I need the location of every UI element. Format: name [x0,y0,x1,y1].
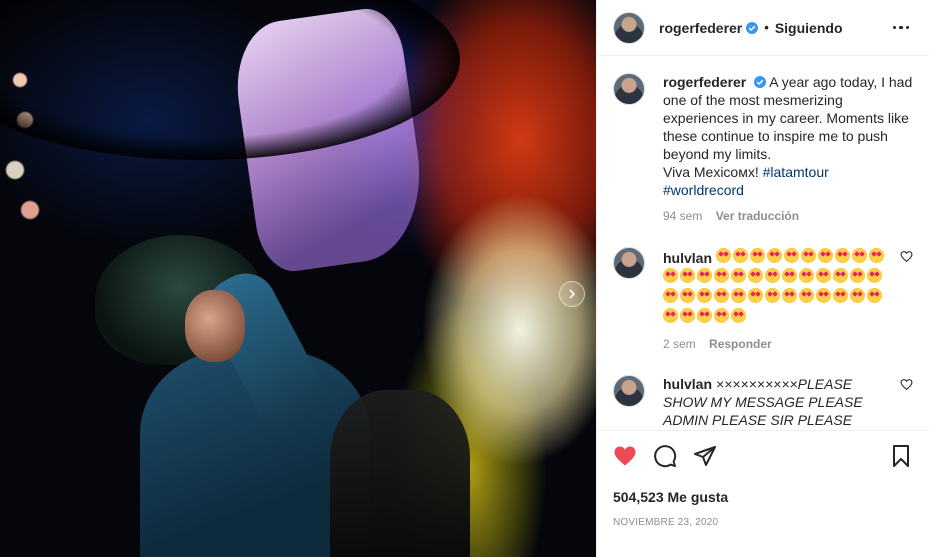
heart-eyes-emoji-icon [663,288,678,303]
hashtag-worldrecord[interactable]: #worldrecord [663,182,744,198]
heart-eyes-emoji-icon [850,268,865,283]
caption-meta: 94 sem Ver traducción [663,207,913,225]
hashtag-latamtour[interactable]: #latamtour [763,164,829,180]
carousel-next-button[interactable] [559,281,585,307]
heart-eyes-emoji-icon [680,268,695,283]
heart-eyes-emoji-icon [800,248,816,263]
heart-eyes-emoji-icon [663,268,678,283]
chevron-right-icon [569,289,576,299]
heart-eyes-emoji-icon [731,268,746,283]
heart-eyes-emoji-icon [833,288,848,303]
heart-eyes-emoji-icon [749,248,765,263]
commenter-avatar[interactable] [613,247,645,279]
heart-eyes-emoji-icon [714,268,729,283]
reply-button[interactable]: Responder [709,337,772,351]
heart-eyes-emoji-icon [833,268,848,283]
commenter-avatar[interactable] [613,375,645,407]
heart-eyes-emoji-icon [697,288,712,303]
heart-eyes-emoji-icon [680,288,695,303]
heart-eyes-emoji-icon [799,268,814,283]
heart-eyes-emoji-icon [816,288,831,303]
more-options-button[interactable] [889,25,913,30]
header-separator: • [764,20,769,35]
heart-eyes-emoji-icon [732,248,748,263]
heart-eyes-emoji-icon [782,268,797,283]
caption-line2: Viva Mexicoмx! [663,164,763,180]
heart-eyes-emoji-icon [765,288,780,303]
heart-eyes-emoji-icon [765,268,780,283]
author-avatar[interactable] [613,11,645,44]
more-dot-icon [899,25,903,30]
caption-age: 94 sem [663,209,703,223]
heart-eyes-emoji-icon [731,288,746,303]
like-comment-heart-icon[interactable] [900,250,913,263]
comment-meta: 2 sem Responder [663,335,894,353]
heart-eyes-emoji-icon [714,288,729,303]
comments-list[interactable]: rogerfederer A year ago today, I had one… [597,57,929,429]
comment-item: hulvlan 2 sem Responder [613,247,913,375]
post-header: rogerfederer • Siguiendo [597,0,929,56]
heart-eyes-emoji-icon [867,268,882,283]
heart-eyes-emoji-icon [816,268,831,283]
like-comment-heart-icon[interactable] [900,378,913,391]
heart-eyes-emoji-icon [783,248,799,263]
heart-eyes-emoji-icon [748,288,763,303]
post-actions: 504,523 Me gusta NOVIEMBRE 23, 2020 [597,430,929,557]
heart-eyes-emoji-icon [748,268,763,283]
heart-eyes-emoji-icon [714,308,729,323]
heart-eyes-emoji-icon [715,248,731,263]
heart-eyes-emoji-icon [851,248,867,263]
photo-crowd-right [330,390,470,557]
commenter-username[interactable]: hulvlan [663,250,712,266]
comment-bubble-icon[interactable] [653,444,677,468]
more-dot-icon [905,25,910,30]
caption-username[interactable]: rogerfederer [663,74,746,90]
share-paper-plane-icon[interactable] [693,444,717,468]
commenter-username[interactable]: hulvlan [663,376,712,392]
comment-item: hulvlan ××××××××××PLEASE SHOW MY MESSAGE… [613,375,913,429]
heart-eyes-emoji-icon [697,268,712,283]
post-photo[interactable] [0,0,596,557]
heart-eyes-emoji-icon [766,248,782,263]
comment-age: 2 sem [663,337,696,351]
like-heart-icon[interactable] [613,444,637,468]
heart-eyes-emoji-icon [731,308,746,323]
heart-eyes-emoji-icon [834,248,850,263]
heart-eyes-emoji-icon [782,288,797,303]
post-side-panel: rogerfederer • Siguiendo rogerfederer A … [596,0,929,557]
caption-avatar[interactable] [613,73,645,105]
heart-eyes-emoji-icon [867,288,882,303]
photo-player-face [185,290,245,362]
verified-badge-icon [754,76,767,88]
heart-eyes-emoji-icon [697,308,712,323]
heart-eyes-emoji-icon [680,308,695,323]
translate-link[interactable]: Ver traducción [716,209,799,223]
heart-eyes-emoji-icon [817,248,833,263]
instagram-post-view: rogerfederer • Siguiendo rogerfederer A … [0,0,929,557]
likes-count[interactable]: 504,523 Me gusta [613,489,913,505]
save-bookmark-icon[interactable] [889,444,913,468]
heart-eyes-emoji-icon [663,308,678,323]
more-dot-icon [892,25,897,30]
following-button[interactable]: Siguiendo [775,20,843,36]
heart-eyes-emoji-icon [868,248,884,263]
caption-entry: rogerfederer A year ago today, I had one… [613,73,913,247]
author-username[interactable]: rogerfederer [659,20,742,36]
post-date[interactable]: NOVIEMBRE 23, 2020 [613,517,913,528]
verified-badge-icon [746,21,759,34]
heart-eyes-emoji-icon [850,288,865,303]
heart-eyes-emoji-icon [799,288,814,303]
